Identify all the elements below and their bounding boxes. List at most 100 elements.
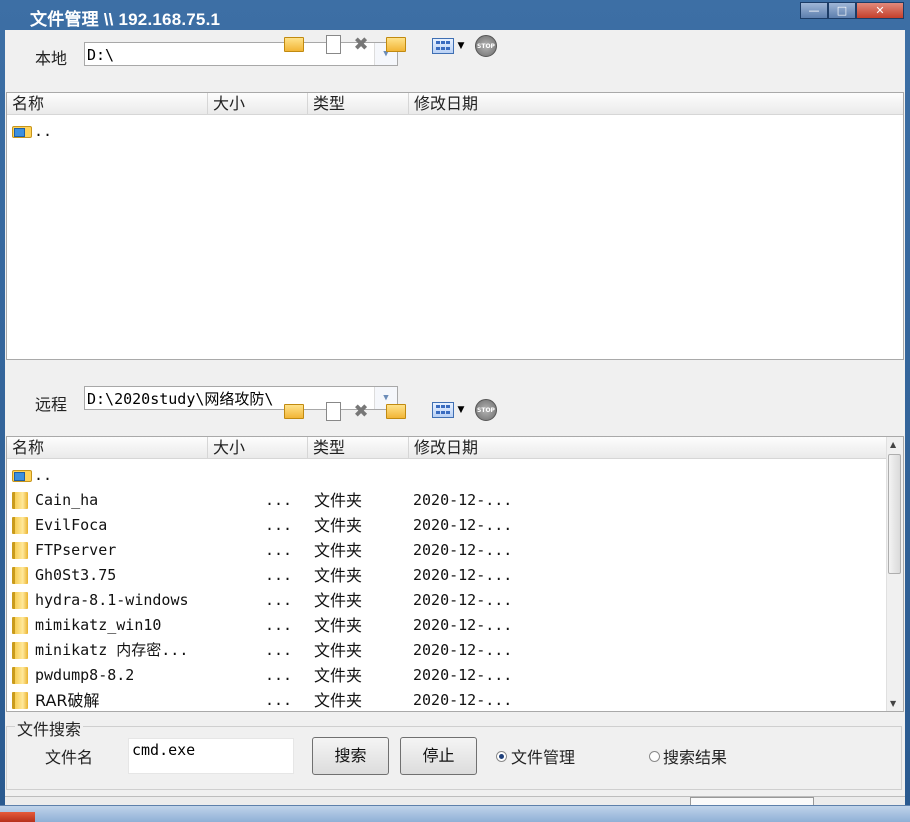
file-size: ... [265,491,293,509]
file-type: 文件夹 [314,541,363,560]
file-size: ... [265,566,293,584]
file-manager-window: 文件管理 \\ 192.168.75.1 — □ ✕ 本地 D:\ ▼ ✖ ▼ … [0,0,910,807]
remote-add-folder-button[interactable] [385,400,407,422]
file-size: ... [265,591,293,609]
file-type: 文件夹 [314,666,363,685]
remote-view-dropdown-button[interactable]: ▼ [455,399,467,421]
document-icon [325,34,341,54]
add-folder-icon [386,36,406,52]
file-name: Cain_ha [35,491,99,509]
up-folder-icon [10,124,32,138]
local-path-value: D:\ [87,46,115,64]
window-controls: — □ ✕ [800,2,904,19]
stop-search-button[interactable]: 停止 [400,737,477,775]
remote-stop-button[interactable]: STOP [475,399,497,421]
column-type[interactable]: 类型 [308,437,409,458]
file-name: pwdump8-8.2 [35,666,135,684]
folder-icon [284,403,304,419]
table-row[interactable]: hydra-8.1-windows ... 文件夹 2020-12-... [7,588,887,613]
radio-search-results-label[interactable]: 搜索结果 [663,744,727,768]
remote-new-folder-button[interactable] [283,400,305,422]
file-name: RAR破解 [35,691,100,710]
folder-icon [12,592,28,609]
local-label: 本地 [35,49,68,68]
stop-button[interactable]: STOP [475,35,497,57]
maximize-button[interactable]: □ [828,2,856,19]
filename-input[interactable]: cmd.exe [128,738,294,774]
remote-file-list[interactable]: 名称 大小 类型 修改日期 .. Cain_ha ... 文件夹 2020-12… [6,436,904,712]
view-list-icon [432,38,454,54]
table-row[interactable]: EvilFoca ... 文件夹 2020-12-... [7,513,887,538]
file-date: 2020-12-... [413,616,513,634]
vertical-scrollbar[interactable]: ▲ ▼ [886,437,903,711]
file-name: Gh0St3.75 [35,566,117,584]
local-file-list[interactable]: 名称 大小 类型 修改日期 .. [6,92,904,360]
title-bar[interactable]: 文件管理 \\ 192.168.75.1 — □ ✕ [0,0,910,30]
caret-down-icon: ▼ [457,41,465,51]
list-item[interactable]: .. [7,119,887,144]
new-folder-button[interactable] [283,33,305,55]
file-date: 2020-12-... [413,591,513,609]
file-type: 文件夹 [314,616,363,635]
radio-search-results[interactable] [649,751,660,762]
folder-icon [12,492,28,509]
file-name: FTPserver [35,541,117,559]
file-date: 2020-12-... [413,541,513,559]
view-mode-button[interactable] [430,35,456,57]
table-row[interactable]: Cain_ha ... 文件夹 2020-12-... [7,488,887,513]
file-date: 2020-12-... [413,516,513,534]
column-date[interactable]: 修改日期 [409,437,887,458]
file-name: mimikatz_win10 [35,616,162,634]
file-date: 2020-12-... [413,691,513,709]
column-date[interactable]: 修改日期 [409,93,903,114]
remote-copy-button[interactable] [322,400,344,422]
scrollbar-thumb[interactable] [888,454,901,574]
file-name: hydra-8.1-windows [35,591,189,609]
folder-icon [12,542,28,559]
window-title: 文件管理 \\ 192.168.75.1 [30,10,221,29]
table-row[interactable]: FTPserver ... 文件夹 2020-12-... [7,538,887,563]
remote-path-value: D:\2020study\网络攻防\ [87,390,274,408]
table-row[interactable]: Gh0St3.75 ... 文件夹 2020-12-... [7,563,887,588]
table-row[interactable]: mimikatz_win10 ... 文件夹 2020-12-... [7,613,887,638]
copy-button[interactable] [322,33,344,55]
file-size: ... [265,616,293,634]
up-folder-icon [10,468,32,482]
file-type: 文件夹 [314,641,363,660]
file-size: ... [265,516,293,534]
file-search-title: 文件搜索 [15,716,84,740]
radio-file-manager[interactable] [496,751,507,762]
table-row[interactable]: minikatz 内存密... ... 文件夹 2020-12-... [7,638,887,663]
file-search-group: 文件搜索 文件名 cmd.exe 搜索 停止 文件管理 搜索结果 [6,716,902,790]
column-size[interactable]: 大小 [208,93,308,114]
column-name[interactable]: 名称 [7,437,208,458]
list-item[interactable]: .. [7,463,887,488]
search-button[interactable]: 搜索 [312,737,389,775]
table-row[interactable]: pwdump8-8.2 ... 文件夹 2020-12-... [7,663,887,688]
close-button[interactable]: ✕ [856,2,904,19]
taskbar [0,805,910,822]
column-name[interactable]: 名称 [7,93,208,114]
scroll-down-arrow-icon[interactable]: ▼ [890,699,896,708]
column-type[interactable]: 类型 [308,93,409,114]
remote-view-mode-button[interactable] [430,399,456,421]
file-size: ... [265,541,293,559]
delete-button[interactable]: ✖ [350,33,372,55]
scroll-up-arrow-icon[interactable]: ▲ [890,440,896,449]
file-date: 2020-12-... [413,491,513,509]
client-area: 本地 D:\ ▼ ✖ ▼ STOP 名称 大小 类型 修改日期 .. 远程 D:… [5,30,905,807]
add-folder-button[interactable] [385,33,407,55]
delete-icon: ✖ [353,33,369,55]
remote-delete-button[interactable]: ✖ [350,400,372,422]
file-name: .. [34,122,53,140]
column-size[interactable]: 大小 [208,437,308,458]
document-icon [325,401,341,421]
table-row[interactable]: RAR破解 ... 文件夹 2020-12-... [7,688,887,711]
radio-file-manager-label[interactable]: 文件管理 [511,744,575,768]
file-size: ... [265,666,293,684]
minimize-button[interactable]: — [800,2,828,19]
file-date: 2020-12-... [413,641,513,659]
view-dropdown-button[interactable]: ▼ [455,35,467,57]
file-name: minikatz 内存密... [35,641,189,659]
remote-list-header: 名称 大小 类型 修改日期 [7,437,887,459]
